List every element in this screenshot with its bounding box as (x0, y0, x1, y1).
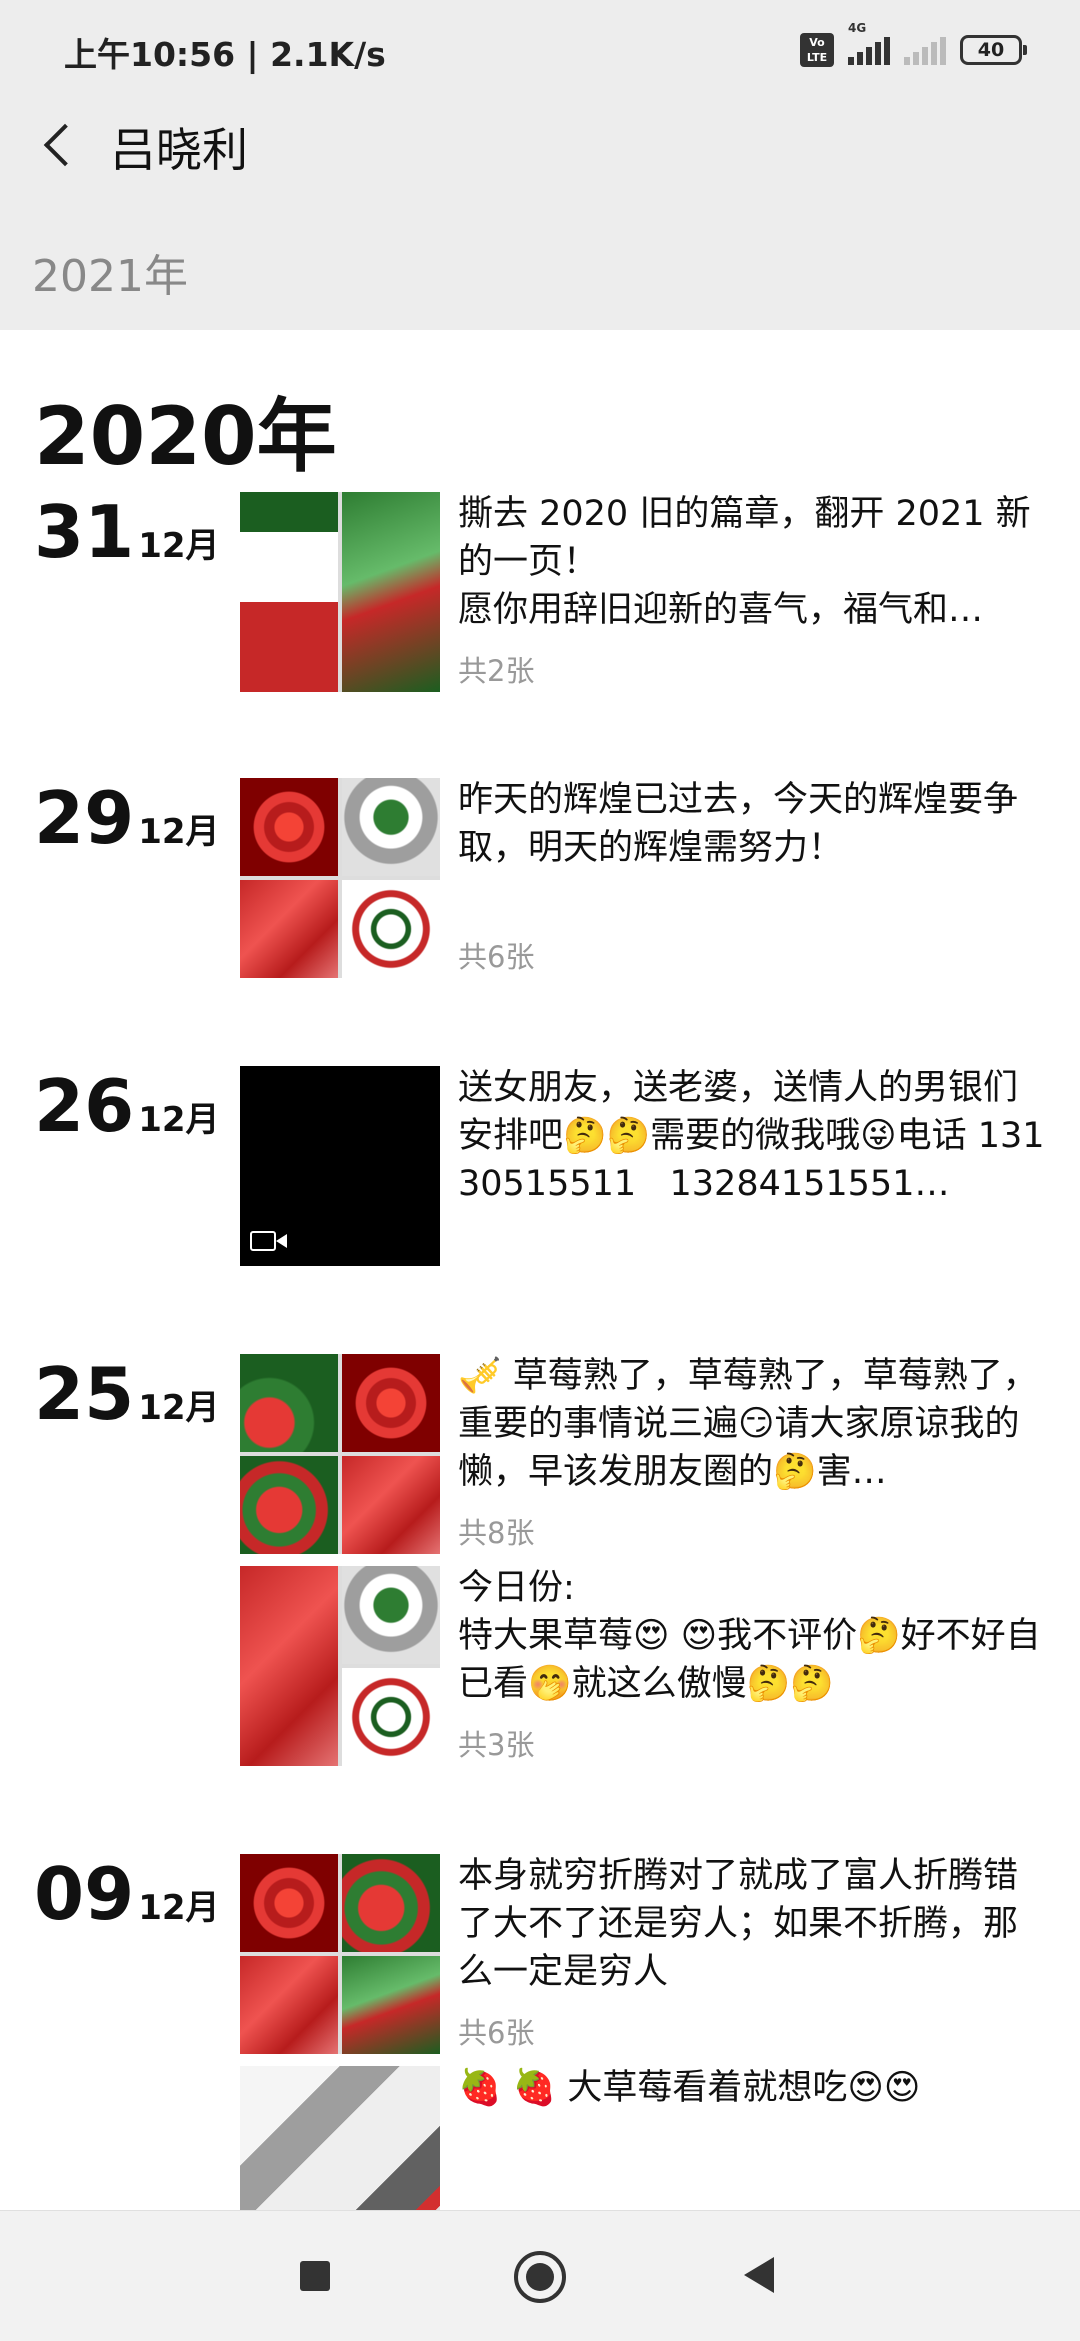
entry-text[interactable]: 昨天的辉煌已过去，今天的辉煌要争取，明天的辉煌需努力！ (458, 776, 1050, 872)
entry-image-count: 共8张 (458, 1516, 535, 1550)
entry-thumbnail[interactable] (240, 492, 440, 692)
moments-timeline[interactable]: 2020年 31 12月 撕去 2020 旧的篇章，翻开 2021 新的一页！ 愿… (0, 330, 1080, 2210)
entry-thumbnail[interactable] (240, 1854, 440, 2054)
thumb-image (342, 880, 440, 978)
entry-image-count: 共2张 (458, 654, 535, 688)
thumb-image (342, 778, 440, 876)
entry-text[interactable]: 🍓 🍓 大草莓看着就想吃😍😍 (458, 2064, 1050, 2112)
entry-image-count: 共3张 (458, 1728, 535, 1762)
entry-thumbnail[interactable] (240, 778, 440, 978)
year-section-title: 2020年 (34, 390, 337, 483)
thumb-image (342, 492, 440, 692)
back-arrow-icon[interactable] (34, 114, 82, 174)
status-bar: 上午10:56 | 2.1K/s Vo LTE 4G 40 (0, 0, 1080, 100)
battery-icon: 40 (960, 35, 1027, 65)
video-thumbnail[interactable] (240, 1066, 440, 1266)
thumb-image (240, 1854, 338, 1952)
entry-date: 26 12月 (34, 1064, 220, 1148)
status-icons: Vo LTE 4G 40 (800, 21, 1027, 72)
entry-date: 31 12月 (34, 490, 220, 574)
entry-date: 09 12月 (34, 1852, 220, 1936)
nav-bar: 吕晓利 (0, 100, 1080, 190)
thumb-image (342, 1354, 440, 1452)
entry-text[interactable]: 撕去 2020 旧的篇章，翻开 2021 新的一页！ 愿你用辞旧迎新的喜气，福气… (458, 490, 1050, 634)
video-camera-icon (250, 1228, 290, 1254)
entry-date: 25 12月 (34, 1352, 220, 1436)
thumb-image (240, 1354, 338, 1452)
thumb-image (342, 1668, 440, 1766)
entry-thumbnail[interactable] (240, 1566, 440, 1766)
signal-empty-icon (904, 35, 946, 65)
status-time: 上午10:56 | 2.1K/s (64, 35, 386, 74)
home-circle-icon[interactable] (514, 2251, 566, 2303)
thumb-image (240, 880, 338, 978)
thumb-image (240, 1566, 338, 1766)
thumb-image (240, 492, 338, 692)
entry-text[interactable]: 今日份: 特大果草莓😍 😍我不评价🤔好不好自已看🤭就这么傲慢🤔🤔 (458, 1564, 1050, 1708)
thumb-image (342, 1566, 440, 1664)
year-header-2021[interactable]: 2021年 (32, 240, 188, 304)
entry-text[interactable]: 🎺 草莓熟了，草莓熟了，草莓熟了，重要的事情说三遍😏请大家原谅我的懒，早该发朋友… (458, 1352, 1050, 1496)
system-nav-bar (0, 2210, 1080, 2341)
entry-date: 29 12月 (34, 776, 220, 860)
volte-icon: Vo LTE (800, 33, 834, 67)
thumb-image (240, 1956, 338, 2054)
entry-thumbnail[interactable] (240, 2066, 440, 2210)
signal-4g-icon: 4G (848, 21, 890, 65)
thumb-image (342, 1456, 440, 1554)
thumb-image (240, 1456, 338, 1554)
thumb-image (342, 1956, 440, 2054)
recent-apps-icon[interactable] (300, 2261, 330, 2291)
entry-thumbnail[interactable] (240, 1354, 440, 1554)
entry-image-count: 共6张 (458, 940, 535, 974)
header-area: 上午10:56 | 2.1K/s Vo LTE 4G 40 吕晓利 2021年 (0, 0, 1080, 330)
back-triangle-icon[interactable] (744, 2257, 774, 2293)
page-title: 吕晓利 (110, 123, 248, 177)
entry-image-count: 共6张 (458, 2016, 535, 2050)
entry-text[interactable]: 送女朋友，送老婆，送情人的男银们安排吧🤔🤔需要的微我哦😜电话 131305155… (458, 1064, 1050, 1208)
entry-text[interactable]: 本身就穷折腾对了就成了富人折腾错了大不了还是穷人；如果不折腾，那么一定是穷人 (458, 1852, 1050, 1996)
thumb-image (342, 1854, 440, 1952)
thumb-image (240, 778, 338, 876)
network-type: 4G (848, 21, 867, 35)
